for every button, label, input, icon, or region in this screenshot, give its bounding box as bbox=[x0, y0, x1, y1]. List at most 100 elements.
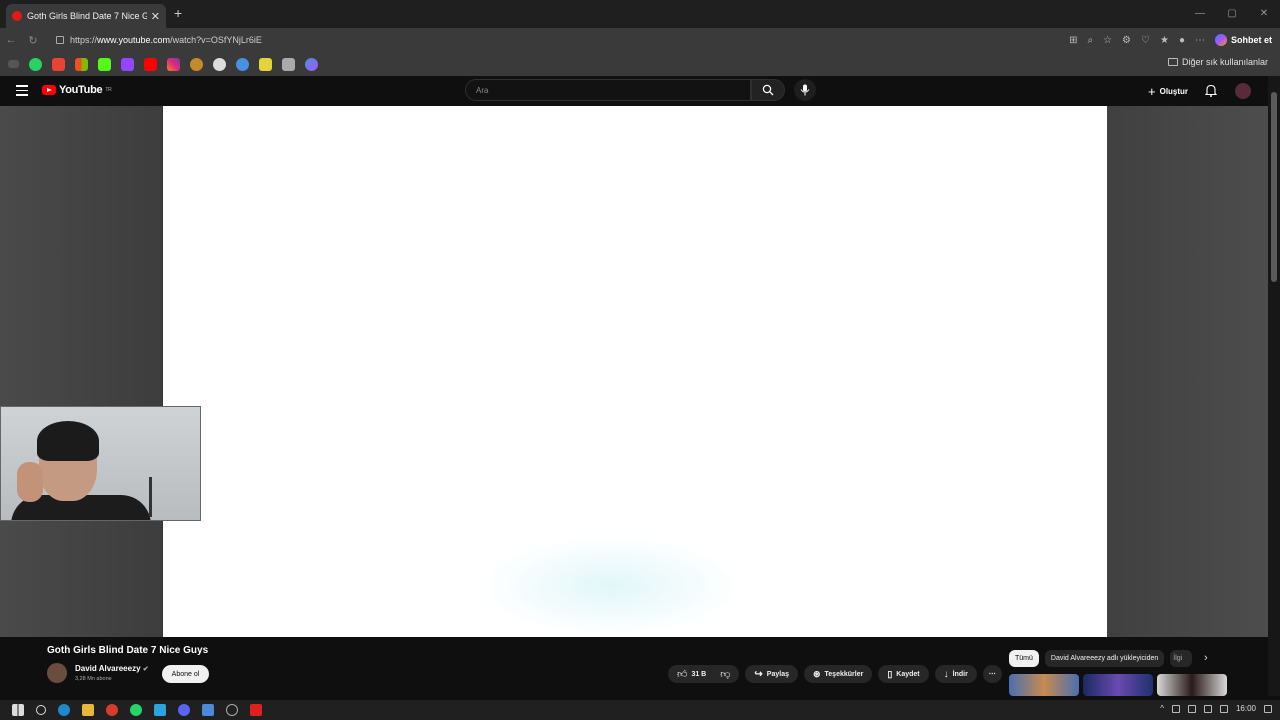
more-actions-button[interactable]: ⋯ bbox=[982, 665, 1002, 683]
telegram-icon[interactable] bbox=[154, 704, 166, 716]
thumbs-up-icon: 👍︎ bbox=[677, 669, 688, 680]
share-button[interactable]: ↪ Paylaş bbox=[745, 665, 798, 683]
video-info: Goth Girls Blind Date 7 Nice Guys David … bbox=[0, 637, 1268, 696]
opera-icon[interactable] bbox=[106, 704, 118, 716]
copilot-chat-button[interactable]: Sohbet et bbox=[1214, 34, 1272, 46]
youtube-logo-text: YouTube bbox=[59, 84, 103, 96]
dislike-icon[interactable]: 👎︎ bbox=[720, 668, 730, 680]
new-tab-icon[interactable]: + bbox=[174, 5, 182, 21]
url-prefix: https:// bbox=[70, 35, 98, 45]
scrollbar-thumb[interactable] bbox=[1271, 92, 1277, 282]
chip-related[interactable]: İlgi bbox=[1170, 650, 1193, 667]
page-scrollbar[interactable] bbox=[1268, 76, 1280, 696]
url-host: www.youtube.com bbox=[97, 35, 171, 45]
voice-search-button[interactable] bbox=[794, 79, 816, 101]
reload-icon[interactable]: ↻ bbox=[22, 34, 44, 47]
youtube-header: YouTube TR Ara + Oluştur bbox=[0, 76, 1268, 106]
whatsapp-taskbar-icon[interactable] bbox=[130, 704, 142, 716]
share-label: Paylaş bbox=[766, 670, 789, 678]
start-icon[interactable] bbox=[12, 704, 24, 716]
whatsapp-icon[interactable] bbox=[29, 57, 42, 71]
network-icon[interactable] bbox=[1203, 704, 1212, 713]
twitch-icon[interactable] bbox=[121, 57, 134, 71]
folder-icon bbox=[1167, 58, 1178, 66]
thanks-label: Teşekkürler bbox=[824, 670, 864, 678]
youtube-logo[interactable]: YouTube TR bbox=[42, 84, 112, 96]
system-tray: ^ 16:00 bbox=[1160, 704, 1272, 713]
bookmark-site-icon[interactable] bbox=[190, 57, 203, 71]
profile-icon[interactable]: ● bbox=[1179, 35, 1185, 46]
more-actions-icon: ⋯ bbox=[988, 671, 996, 678]
channel-name[interactable]: David Alvareeezy ✔ bbox=[75, 664, 149, 673]
edge-taskbar-icon[interactable] bbox=[58, 704, 70, 716]
image-bookmark-icon[interactable] bbox=[282, 57, 295, 71]
settings-taskbar-icon[interactable] bbox=[226, 704, 238, 716]
recommended-thumbnail[interactable] bbox=[1009, 674, 1079, 696]
taskbar-search-icon[interactable] bbox=[36, 705, 46, 715]
favorites-icon[interactable]: ★ bbox=[1160, 35, 1169, 46]
search-icon bbox=[762, 84, 774, 96]
discord-icon[interactable] bbox=[178, 704, 190, 716]
minimize-icon[interactable]: — bbox=[1184, 0, 1216, 28]
plus-icon: + bbox=[1148, 84, 1156, 99]
onedrive-icon[interactable] bbox=[1187, 704, 1196, 713]
file-explorer-icon[interactable] bbox=[82, 704, 94, 716]
video-title: Goth Girls Blind Date 7 Nice Guys bbox=[47, 645, 209, 656]
more-icon[interactable]: ⋯ bbox=[1195, 35, 1205, 46]
microsoft-icon[interactable] bbox=[75, 57, 88, 71]
other-favorites[interactable]: Diğer sık kullanılanlar bbox=[1167, 57, 1268, 67]
notification-center-icon[interactable] bbox=[1264, 704, 1272, 713]
close-tab-icon[interactable]: ✕ bbox=[151, 10, 160, 23]
youtube-bookmark-icon[interactable] bbox=[144, 57, 157, 71]
chatgpt-icon[interactable] bbox=[213, 57, 226, 71]
back-icon[interactable]: ← bbox=[0, 34, 22, 46]
create-button[interactable]: + Oluştur bbox=[1148, 84, 1188, 99]
volume-icon[interactable] bbox=[1219, 704, 1228, 713]
zoom-icon[interactable]: ⌕ bbox=[1087, 35, 1093, 46]
clock[interactable]: 16:00 bbox=[1236, 704, 1256, 713]
youtube-region: TR bbox=[105, 87, 112, 93]
tray-chevron-icon[interactable]: ^ bbox=[1160, 704, 1164, 713]
share-icon: ↪ bbox=[754, 668, 763, 680]
account-avatar[interactable] bbox=[1235, 83, 1251, 99]
youtube-play-icon bbox=[42, 85, 56, 95]
maximize-icon[interactable]: ▢ bbox=[1216, 0, 1248, 28]
app-available-icon[interactable]: ⊞ bbox=[1069, 35, 1077, 46]
like-button[interactable]: 👍︎ 31 B 👎︎ bbox=[668, 665, 740, 683]
save-button[interactable]: ▯ Kaydet bbox=[878, 665, 929, 683]
microphone-icon bbox=[800, 84, 810, 96]
youtube-taskbar-icon[interactable] bbox=[250, 704, 262, 716]
subscribe-button[interactable]: Abone ol bbox=[162, 665, 209, 683]
chip-all[interactable]: Tümü bbox=[1009, 650, 1039, 667]
close-window-icon[interactable]: ✕ bbox=[1248, 0, 1280, 28]
chips-next-icon[interactable]: › bbox=[1204, 652, 1208, 664]
gemini-icon[interactable] bbox=[305, 57, 318, 71]
chip-from-channel[interactable]: David Alvareeezy adlı yükleyiciden bbox=[1044, 650, 1165, 667]
favorite-star-icon[interactable]: ☆ bbox=[1103, 35, 1112, 46]
chat-label: Sohbet et bbox=[1230, 35, 1272, 45]
steam-icon[interactable] bbox=[202, 704, 214, 716]
recommended-thumbnail[interactable] bbox=[1157, 674, 1227, 696]
edge-icon[interactable] bbox=[236, 57, 249, 71]
channel-avatar[interactable] bbox=[47, 663, 67, 683]
gmail-icon[interactable] bbox=[52, 57, 65, 71]
search-input[interactable]: Ara bbox=[465, 79, 751, 101]
recommended-thumbnail[interactable] bbox=[1083, 674, 1153, 696]
search-button[interactable] bbox=[751, 79, 785, 101]
notifications-bell-icon[interactable] bbox=[1205, 84, 1217, 97]
address-field[interactable]: https://www.youtube.com/watch?v=OSfYNjLr… bbox=[52, 31, 1042, 49]
browser-tab[interactable]: Goth Girls Blind Date 7 Nice Guys ✕ bbox=[6, 4, 166, 28]
browser-essentials-icon[interactable]: ♡ bbox=[1141, 35, 1150, 46]
instagram-icon[interactable] bbox=[167, 57, 180, 71]
download-icon: ↓ bbox=[943, 668, 949, 680]
kick-icon[interactable] bbox=[98, 57, 111, 71]
download-button[interactable]: ↓ İndir bbox=[934, 665, 977, 683]
webcam-overlay bbox=[0, 406, 201, 521]
collections-icon[interactable] bbox=[8, 60, 19, 68]
video-player[interactable] bbox=[163, 106, 1107, 637]
menu-icon[interactable] bbox=[16, 85, 28, 96]
extensions-icon[interactable]: ⚙ bbox=[1122, 35, 1131, 46]
s-app-icon[interactable] bbox=[259, 57, 272, 71]
thanks-button[interactable]: ⊛ Teşekkürler bbox=[803, 665, 873, 683]
tray-app-icon[interactable] bbox=[1171, 704, 1180, 713]
